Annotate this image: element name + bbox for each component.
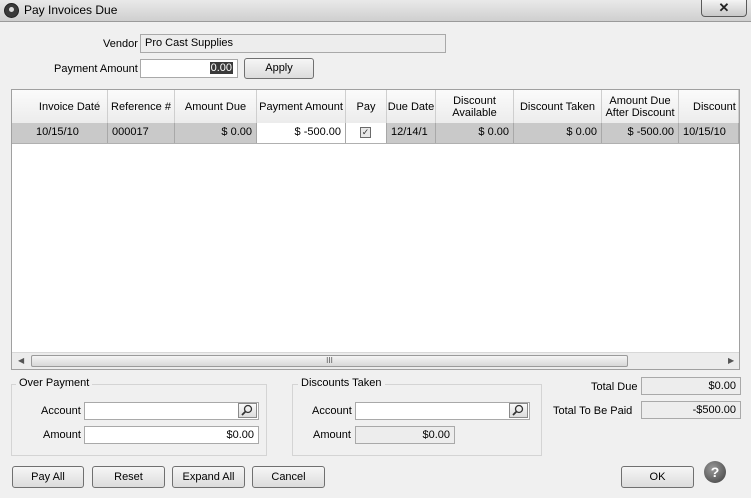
discounts-account-input[interactable] <box>355 402 530 420</box>
scroll-left-icon[interactable]: ◀ <box>18 356 24 365</box>
over-payment-amount-label: Amount <box>43 429 81 441</box>
discounts-amount-label: Amount <box>313 429 351 441</box>
payment-amount-label: Payment Amount <box>54 63 138 75</box>
cell-amount-due: $ 0.00 <box>175 123 257 143</box>
magnifier-icon <box>241 404 253 416</box>
total-to-be-paid-label: Total To Be Paid <box>553 405 633 417</box>
cell-discount: 10/15/10 <box>679 123 739 143</box>
col-payment-amount[interactable]: Payment Amount <box>257 90 346 123</box>
over-payment-amount-input[interactable]: $0.00 <box>84 426 259 444</box>
col-amount-due[interactable]: Amount Due <box>175 90 257 123</box>
cell-invoice-date: 10/15/10 <box>32 123 108 143</box>
scroll-right-icon[interactable]: ▶ <box>728 356 734 365</box>
vendor-label: Vendor <box>103 38 138 50</box>
col-discount-available[interactable]: Discount Available <box>436 90 514 123</box>
app-icon <box>4 3 19 18</box>
apply-button[interactable]: Apply <box>244 58 314 79</box>
payment-amount-input[interactable]: 0.00 <box>140 59 238 78</box>
col-due-date[interactable]: Due Date <box>387 90 436 123</box>
magnifier-icon <box>512 404 524 416</box>
horizontal-scrollbar[interactable]: ◀ III ▶ <box>12 352 739 369</box>
over-payment-account-lookup[interactable] <box>238 403 257 418</box>
pay-checkbox[interactable]: ✓ <box>360 127 371 138</box>
cell-payment-amount[interactable]: $ -500.00 <box>257 123 346 143</box>
vendor-field: Pro Cast Supplies <box>140 34 446 53</box>
over-payment-title: Over Payment <box>16 377 93 389</box>
total-to-be-paid-field: -$500.00 <box>641 401 741 419</box>
help-icon[interactable]: ? <box>704 461 726 483</box>
reset-button[interactable]: Reset <box>92 466 165 488</box>
cell-discount-available: $ 0.00 <box>436 123 514 143</box>
scroll-thumb[interactable]: III <box>31 355 628 367</box>
col-discount[interactable]: Discount <box>679 90 739 123</box>
cell-amount-due-after-discount: $ -500.00 <box>602 123 679 143</box>
close-button[interactable]: ✕ <box>701 0 747 17</box>
invoices-grid[interactable]: Invoice Date ⁄ Reference # Amount Due Pa… <box>11 89 740 370</box>
discounts-taken-group: Discounts Taken <box>292 377 542 456</box>
payment-amount-selected-text: 0.00 <box>209 62 233 74</box>
discounts-taken-title: Discounts Taken <box>298 377 385 389</box>
cancel-button[interactable]: Cancel <box>252 466 325 488</box>
cell-pay[interactable]: ✓ <box>346 123 387 143</box>
discounts-account-label: Account <box>312 405 352 417</box>
col-amount-due-after-discount[interactable]: Amount Due After Discount <box>602 90 679 123</box>
cell-discount-taken: $ 0.00 <box>514 123 602 143</box>
table-row[interactable]: 10/15/10 000017 $ 0.00 $ -500.00 ✓ 12/14… <box>12 123 739 144</box>
total-due-label: Total Due <box>591 381 638 393</box>
cell-due-date: 12/14/1 <box>387 123 436 143</box>
col-pay[interactable]: Pay <box>346 90 387 123</box>
ok-button[interactable]: OK <box>621 466 694 488</box>
col-discount-taken[interactable]: Discount Taken <box>514 90 602 123</box>
cell-reference: 000017 <box>108 123 175 143</box>
grid-header: Invoice Date ⁄ Reference # Amount Due Pa… <box>12 90 739 124</box>
col-reference[interactable]: Reference # <box>108 90 175 123</box>
pay-all-button[interactable]: Pay All <box>12 466 84 488</box>
over-payment-account-label: Account <box>41 405 81 417</box>
expand-all-button[interactable]: Expand All <box>172 466 245 488</box>
title-bar: Pay Invoices Due ✕ <box>0 0 751 22</box>
over-payment-account-input[interactable] <box>84 402 259 420</box>
discounts-amount-field: $0.00 <box>355 426 455 444</box>
discounts-account-lookup[interactable] <box>509 403 528 418</box>
total-due-field: $0.00 <box>641 377 741 395</box>
sort-icon: ⁄ <box>96 100 98 110</box>
window-title: Pay Invoices Due <box>24 3 118 17</box>
over-payment-group: Over Payment <box>11 377 267 456</box>
